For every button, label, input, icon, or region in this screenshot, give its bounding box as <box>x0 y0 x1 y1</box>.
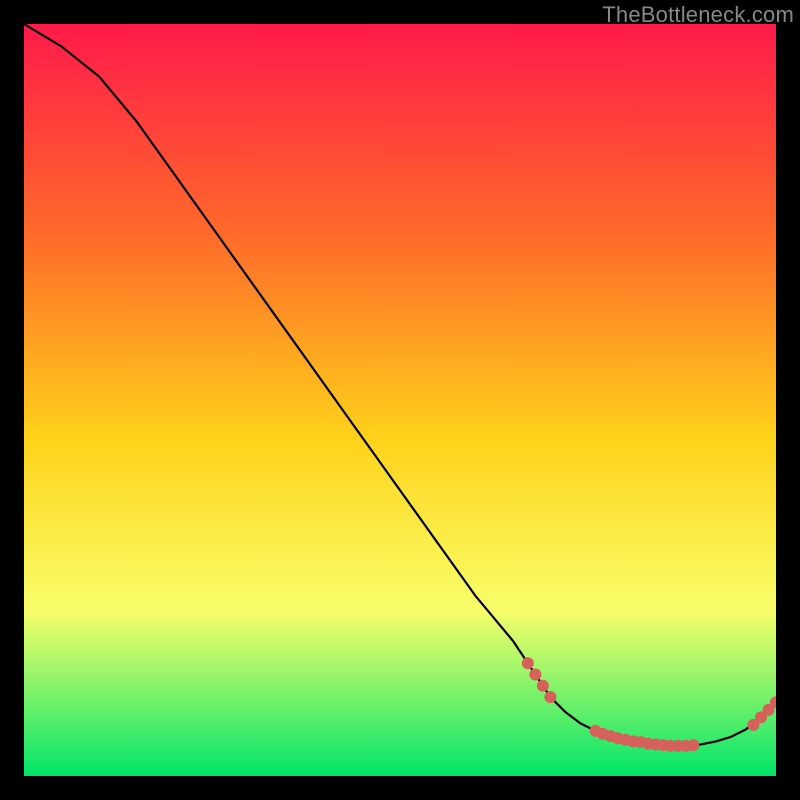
data-marker <box>529 668 541 680</box>
data-marker <box>537 680 549 692</box>
chart-container: TheBottleneck.com <box>0 0 800 800</box>
data-marker <box>687 739 699 751</box>
chart-svg <box>24 24 776 776</box>
gradient-background <box>24 24 776 776</box>
plot-area <box>24 24 776 776</box>
data-marker <box>522 657 534 669</box>
watermark-text: TheBottleneck.com <box>602 2 794 28</box>
data-marker <box>544 691 556 703</box>
